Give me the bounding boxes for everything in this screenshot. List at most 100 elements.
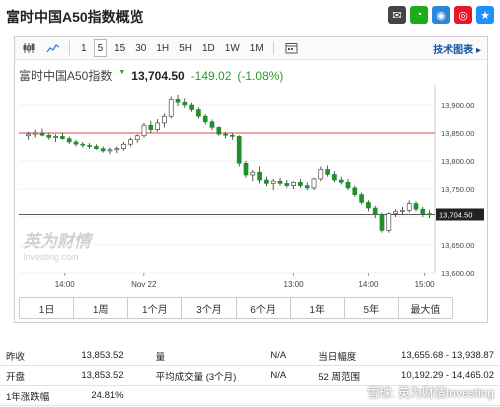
- watermark-cn: 英为财情: [22, 232, 94, 251]
- chart-toolbar: 1 5 15 30 1H 5H 1D 1W 1M 技术图表 ▸: [15, 37, 487, 60]
- price-chart[interactable]: 英为财情 Investing.com 13,900.00 13,850.00 13,…: [15, 85, 487, 297]
- candle-body: [80, 143, 86, 146]
- line-type-icon[interactable]: [43, 40, 63, 56]
- stat-value: N/A: [259, 365, 293, 386]
- candle-body: [277, 180, 283, 184]
- candle-body: [420, 208, 426, 214]
- candle-body: [60, 136, 65, 139]
- chart-watermark: 英为财情 Investing.com: [22, 232, 94, 262]
- stat-label: 量: [149, 346, 260, 366]
- candle-body: [359, 194, 364, 203]
- stat-label: 昨收: [0, 346, 66, 366]
- candle-body: [250, 171, 256, 176]
- interval-1m[interactable]: 1M: [247, 40, 267, 56]
- candle-body: [94, 146, 99, 149]
- stat-label: 当日幅度: [312, 346, 376, 366]
- candle-body: [427, 213, 432, 216]
- interval-30[interactable]: 30: [132, 40, 149, 56]
- weibo-icon[interactable]: ◎: [454, 6, 472, 24]
- candle-body: [270, 180, 276, 184]
- candle-body: [202, 115, 208, 123]
- candle-body: [100, 148, 106, 152]
- qq-icon[interactable]: ◉: [432, 6, 450, 24]
- interval-15[interactable]: 15: [111, 40, 128, 56]
- candle-body: [121, 143, 126, 149]
- candle-body: [393, 211, 398, 214]
- y-tick-label: 13,900.00: [441, 101, 474, 110]
- wechat-icon[interactable]: ◔: [410, 6, 428, 24]
- range-6m[interactable]: 6个月: [237, 298, 291, 318]
- mail-icon[interactable]: ✉: [388, 6, 406, 24]
- interval-1[interactable]: 1: [78, 40, 90, 56]
- interval-5h[interactable]: 5H: [176, 40, 195, 56]
- watermark-en: Investing.com: [23, 252, 79, 262]
- candle-body: [114, 148, 120, 151]
- bookmark-star-icon[interactable]: ★: [476, 6, 494, 24]
- range-1w[interactable]: 1周: [74, 298, 129, 318]
- x-tick-label: 13:00: [284, 280, 305, 289]
- candle-body: [168, 99, 174, 117]
- candle-body: [257, 171, 262, 181]
- candle-body: [298, 181, 303, 186]
- page-title: 富时中国A50指数概览: [6, 9, 144, 25]
- last-price: 13,704.50: [131, 69, 185, 83]
- candle-body: [107, 149, 113, 152]
- y-tick-label: 13,600.00: [441, 269, 474, 278]
- candle-body: [32, 132, 38, 135]
- candle-body: [46, 134, 52, 138]
- range-selector: 1日 1周 1个月 3个月 6个月 1年 5年 最大值: [19, 297, 453, 319]
- x-tick-label: 14:00: [55, 280, 76, 289]
- candle-body: [230, 134, 235, 137]
- stat-value: 24.81%: [65, 385, 130, 406]
- stat-value: [259, 385, 293, 406]
- stat-label: 平均成交量 (3个月): [149, 365, 260, 386]
- candle-body: [291, 181, 296, 186]
- candle-body: [236, 136, 242, 164]
- interval-1w[interactable]: 1W: [222, 40, 243, 56]
- price-change-percent: (-1.08%): [237, 69, 284, 83]
- candle-body: [345, 181, 351, 189]
- price-change: -149.02: [190, 69, 232, 83]
- range-max[interactable]: 最大值: [399, 298, 452, 318]
- candle-body: [141, 124, 147, 137]
- candle-body: [26, 133, 31, 137]
- stats-row: 开盘 13,853.52 平均成交量 (3个月) N/A 52 周范围 10,1…: [0, 365, 500, 386]
- candle-body: [53, 136, 58, 138]
- y-tick-label: 13,850.00: [441, 129, 474, 138]
- stat-label: 开盘: [0, 365, 66, 386]
- candle-body: [155, 122, 160, 130]
- range-1m[interactable]: 1个月: [128, 298, 183, 318]
- stat-label: 52 周范围: [312, 365, 376, 386]
- candle-body: [189, 104, 194, 110]
- candle-body: [325, 169, 330, 175]
- instrument-name: 富时中国A50指数: [19, 69, 113, 83]
- x-tick-label: Nov 22: [131, 280, 157, 289]
- chart-widget: 1 5 15 30 1H 5H 1D 1W 1M 技术图表 ▸ 富时中国A50指…: [14, 36, 488, 323]
- x-tick-label: 15:00: [415, 280, 436, 289]
- candlestick-type-icon[interactable]: [19, 40, 39, 56]
- interval-1d[interactable]: 1D: [199, 40, 218, 56]
- candle-body: [406, 203, 412, 211]
- interval-5[interactable]: 5: [93, 39, 108, 57]
- tech-chart-link[interactable]: 技术图表 ▸: [433, 41, 481, 56]
- stat-value: 13,853.52: [65, 365, 130, 386]
- candle-body: [352, 187, 358, 195]
- range-1y[interactable]: 1年: [291, 298, 345, 318]
- range-3m[interactable]: 3个月: [182, 298, 237, 318]
- candle-body: [66, 138, 72, 143]
- stat-value: 13,655.68 - 13,938.87: [375, 346, 500, 366]
- candle-body: [216, 127, 222, 135]
- calendar-icon[interactable]: [282, 40, 301, 56]
- x-tick-label: 14:00: [358, 280, 379, 289]
- share-bar: ✉ ◔ ◉ ◎ ★: [388, 6, 494, 24]
- range-1d[interactable]: 1日: [20, 298, 75, 318]
- candle-body: [73, 141, 79, 145]
- range-5y[interactable]: 5年: [345, 298, 399, 318]
- y-tick-label: 13,750.00: [441, 185, 474, 194]
- candle-body: [196, 109, 201, 117]
- candle-body: [366, 202, 371, 209]
- candle-body: [182, 101, 188, 106]
- y-tick-label: 13,650.00: [441, 241, 474, 250]
- interval-1h[interactable]: 1H: [153, 40, 172, 56]
- candle-body: [284, 183, 290, 186]
